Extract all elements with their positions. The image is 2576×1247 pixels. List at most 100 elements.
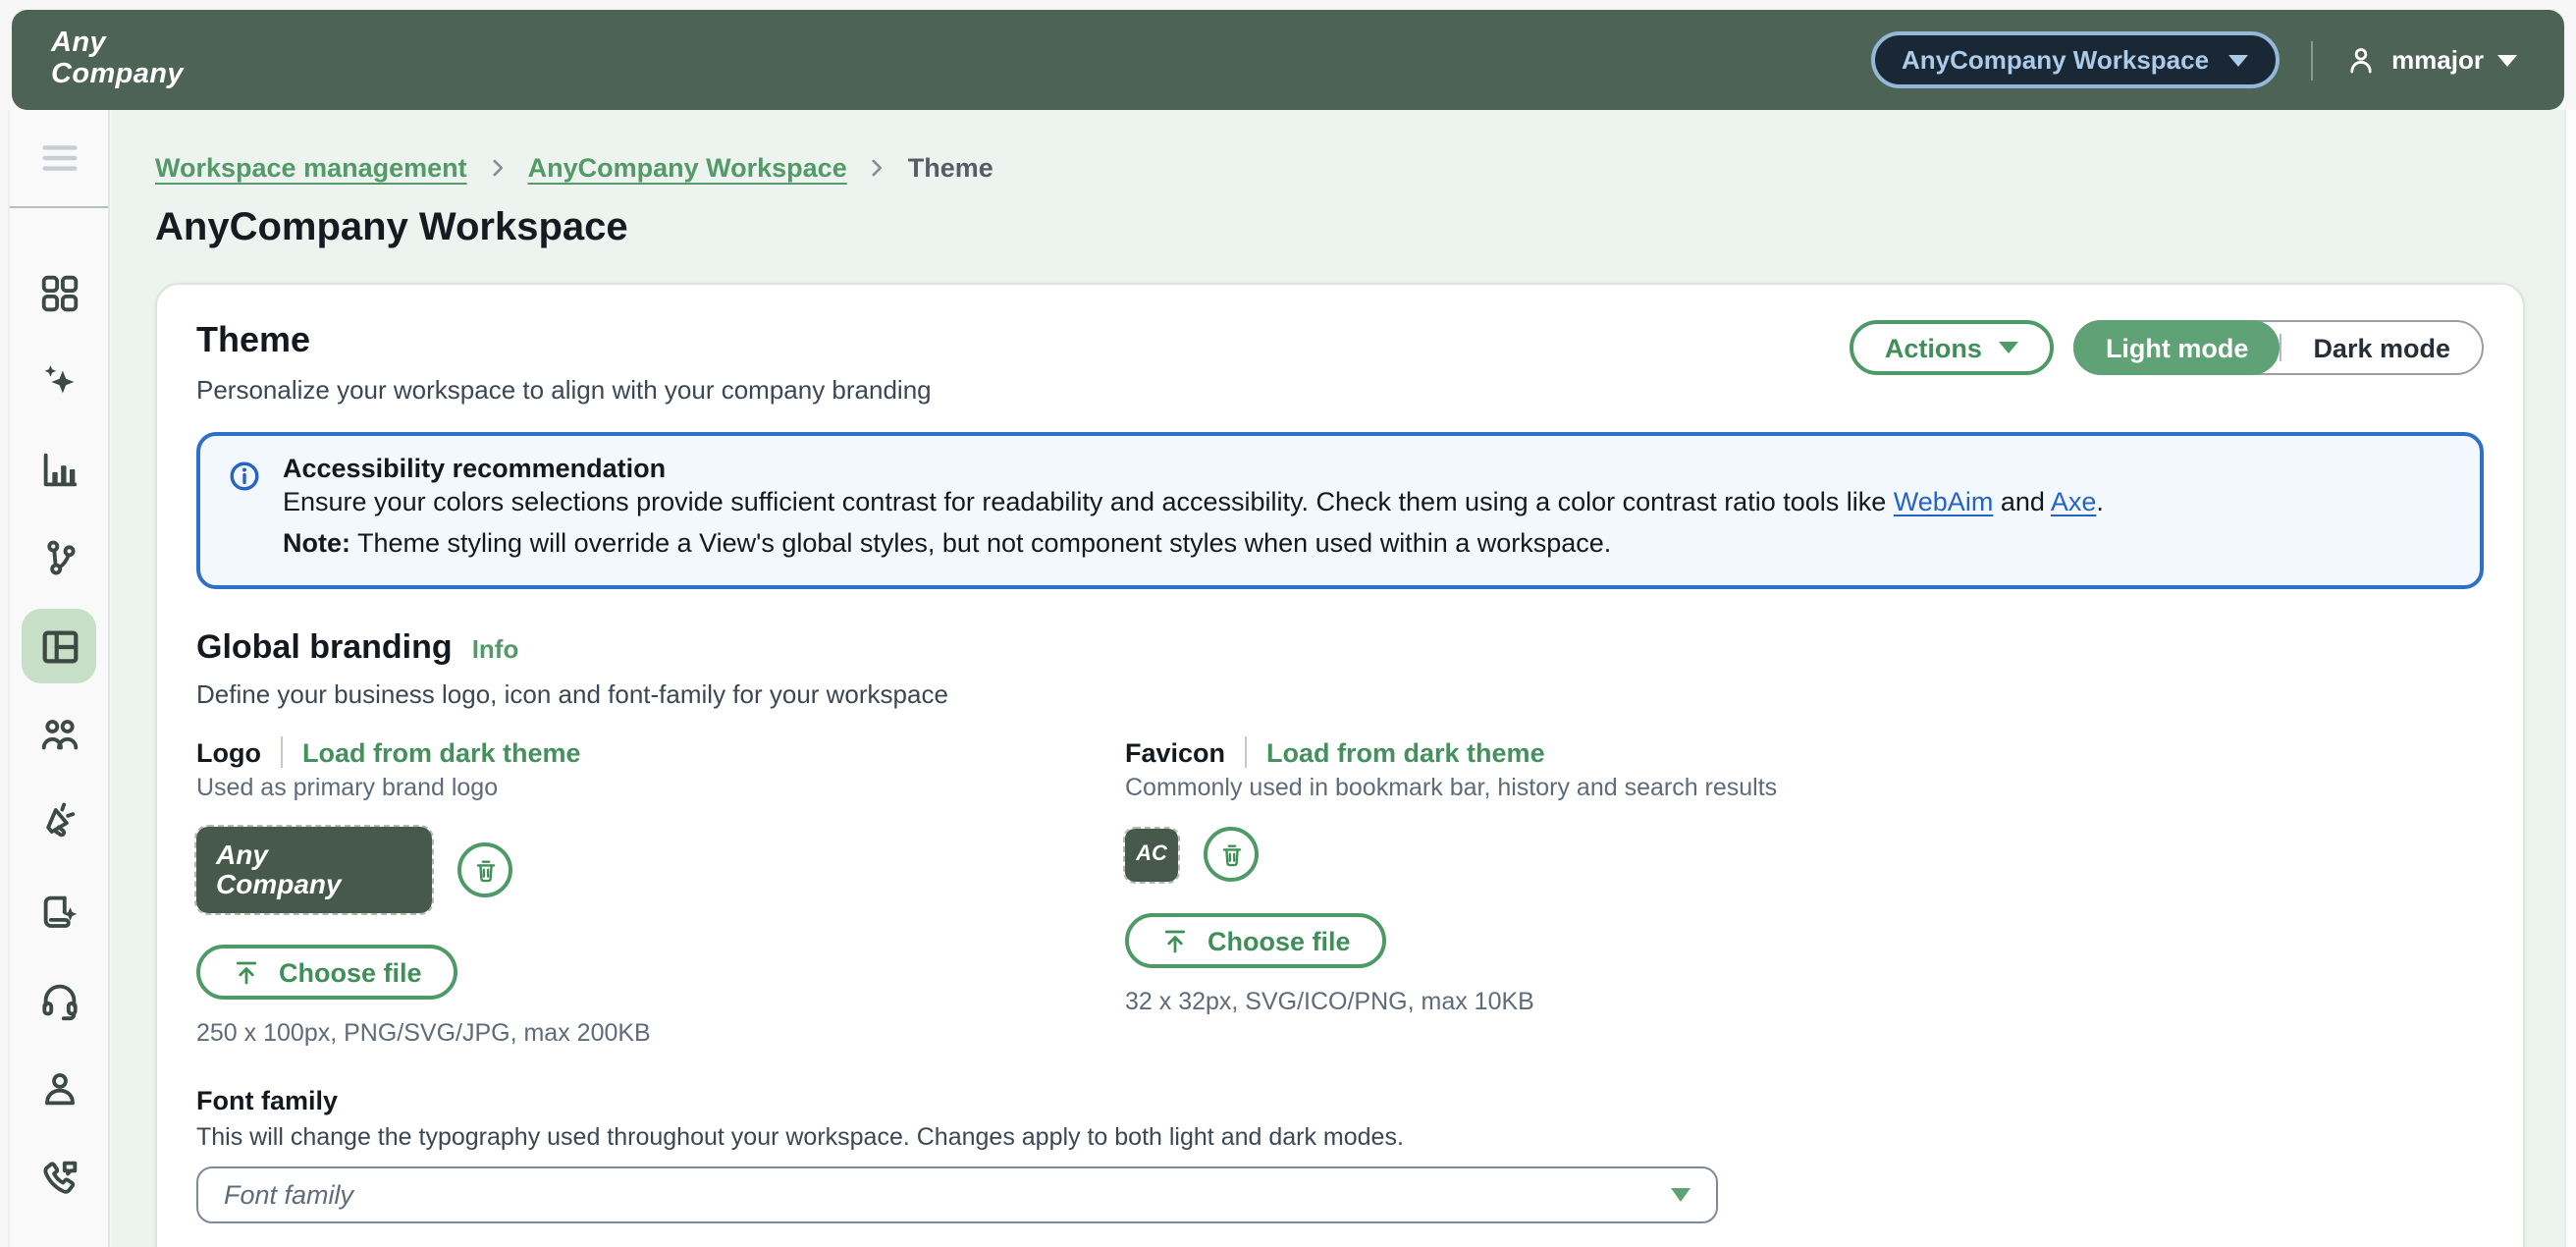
bar-chart-icon	[36, 447, 81, 492]
company-logo-line2: Company	[51, 60, 184, 89]
sidebar-nav	[10, 208, 108, 1214]
logo-choose-file-label: Choose file	[279, 957, 422, 987]
sidebar-item-workspace-layout[interactable]	[22, 609, 96, 683]
theme-card-heading-block: Theme Personalize your workspace to alig…	[196, 320, 932, 405]
user-name: mmajor	[2391, 45, 2484, 75]
book-sparkle-icon	[36, 889, 81, 934]
logo-preview-line2: Company	[216, 870, 432, 898]
favicon-file-hint: 32 x 32px, SVG/ICO/PNG, max 10KB	[1125, 988, 2484, 1015]
sidebar-item-calls[interactable]	[22, 1139, 96, 1214]
sidebar-item-analytics[interactable]	[22, 432, 96, 507]
favicon-description: Commonly used in bookmark bar, history a…	[1125, 774, 2484, 801]
favicon-column: Favicon Load from dark theme Commonly us…	[1125, 736, 2484, 1047]
alert-note-label: Note:	[283, 527, 350, 557]
favicon-delete-button[interactable]	[1204, 827, 1259, 882]
logo-file-hint: 250 x 100px, PNG/SVG/JPG, max 200KB	[196, 1019, 1125, 1047]
dark-mode-segment[interactable]: Dark mode	[2281, 320, 2482, 375]
sidebar-item-dashboard[interactable]	[22, 255, 96, 330]
workspace-switcher-label: AnyCompany Workspace	[1902, 45, 2209, 75]
sidebar-item-customer-profiles[interactable]	[22, 1051, 96, 1125]
axe-link[interactable]: Axe	[2051, 487, 2097, 516]
logo-preview-image: Any Company	[196, 827, 432, 913]
alert-note-text: Theme styling will override a View's glo…	[350, 527, 1611, 557]
sidebar-item-ai-assistant[interactable]	[22, 344, 96, 418]
theme-card: Theme Personalize your workspace to alig…	[155, 283, 2525, 1247]
workspace-switcher-button[interactable]: AnyCompany Workspace	[1870, 31, 2280, 88]
sidebar-item-flows[interactable]	[22, 520, 96, 595]
layout-icon	[36, 624, 81, 669]
info-icon	[228, 460, 261, 493]
breadcrumb-anycompany-workspace[interactable]: AnyCompany Workspace	[528, 153, 847, 183]
favicon-choose-file-label: Choose file	[1208, 926, 1351, 955]
favicon-choose-file-button[interactable]: Choose file	[1125, 913, 1386, 968]
light-mode-label: Light mode	[2106, 333, 2249, 362]
theme-title: Theme	[196, 320, 932, 361]
light-mode-segment[interactable]: Light mode	[2074, 320, 2281, 375]
header-divider	[2311, 40, 2313, 80]
actions-button[interactable]: Actions	[1850, 320, 2055, 375]
theme-header-actions: Actions Light mode Dark mode	[1850, 320, 2484, 375]
person-icon	[2344, 43, 2378, 77]
users-icon	[36, 712, 81, 757]
global-branding-subtitle: Define your business logo, icon and font…	[196, 679, 2484, 709]
breadcrumb-workspace-management[interactable]: Workspace management	[155, 153, 467, 183]
alert-text: Ensure your colors selections provide su…	[283, 487, 1894, 516]
label-divider	[281, 736, 283, 768]
font-family-description: This will change the typography used thr…	[196, 1123, 2484, 1151]
info-link[interactable]: Info	[472, 634, 519, 664]
webaim-link[interactable]: WebAim	[1894, 487, 1994, 516]
branding-columns: Logo Load from dark theme Used as primar…	[196, 736, 2484, 1047]
favicon-preview-row: AC	[1125, 827, 2484, 882]
chevron-down-icon	[2228, 54, 2248, 66]
sidebar-item-users[interactable]	[22, 697, 96, 772]
page-title: AnyCompany Workspace	[155, 206, 2525, 251]
company-logo-line1: Any	[51, 30, 184, 60]
scrollbar-track[interactable]	[2564, 110, 2576, 1247]
branch-icon	[36, 535, 81, 580]
favicon-load-from-dark-theme-link[interactable]: Load from dark theme	[1266, 737, 1545, 767]
dashboard-icon	[36, 270, 81, 315]
global-branding-title: Global branding	[196, 628, 453, 668]
logo-choose-file-button[interactable]: Choose file	[196, 945, 457, 1000]
upload-icon	[232, 957, 261, 987]
chevron-down-icon	[2000, 342, 2019, 353]
alert-line-1: Ensure your colors selections provide su…	[283, 483, 2104, 523]
logo-load-from-dark-theme-link[interactable]: Load from dark theme	[302, 737, 581, 767]
app-root: Any Company AnyCompany Workspace mmajor	[0, 0, 2576, 1247]
person-icon	[36, 1065, 81, 1111]
mode-toggle: Light mode Dark mode	[2074, 320, 2484, 375]
logo-column: Logo Load from dark theme Used as primar…	[196, 736, 1125, 1047]
favicon-preview-image: AC	[1125, 828, 1178, 881]
logo-description: Used as primary brand logo	[196, 774, 1125, 801]
chevron-right-icon	[485, 155, 510, 181]
main-content: Workspace management AnyCompany Workspac…	[112, 110, 2564, 1247]
sidebar	[8, 110, 110, 1247]
breadcrumb-current-theme: Theme	[908, 153, 993, 183]
global-branding-header: Global branding Info	[196, 628, 2484, 668]
chevron-down-icon	[2497, 54, 2517, 66]
sidebar-menu-toggle[interactable]	[10, 110, 108, 208]
font-family-placeholder: Font family	[224, 1180, 353, 1210]
headset-icon	[36, 977, 81, 1022]
breadcrumb: Workspace management AnyCompany Workspac…	[155, 153, 2525, 183]
trash-icon	[470, 855, 500, 885]
accessibility-alert: Accessibility recommendation Ensure your…	[196, 432, 2484, 589]
megaphone-icon	[36, 800, 81, 845]
user-menu-button[interactable]: mmajor	[2344, 43, 2517, 77]
top-header-bar: Any Company AnyCompany Workspace mmajor	[12, 10, 2564, 110]
actions-button-label: Actions	[1885, 333, 1982, 362]
alert-text: .	[2096, 487, 2104, 516]
logo-preview-line1: Any	[216, 841, 432, 870]
favicon-label-row: Favicon Load from dark theme	[1125, 736, 2484, 768]
logo-delete-button[interactable]	[457, 842, 512, 897]
font-family-select[interactable]: Font family	[196, 1166, 1718, 1223]
alert-title: Accessibility recommendation	[283, 454, 2104, 483]
menu-icon	[36, 136, 81, 181]
header-right-cluster: AnyCompany Workspace mmajor	[1870, 31, 2517, 88]
favicon-preview-text: AC	[1136, 842, 1167, 866]
upload-icon	[1160, 926, 1190, 955]
sidebar-item-contact-control-panel[interactable]	[22, 962, 96, 1037]
sidebar-item-knowledge-base[interactable]	[22, 874, 96, 949]
sidebar-item-campaigns[interactable]	[22, 786, 96, 860]
theme-subtitle: Personalize your workspace to align with…	[196, 375, 932, 405]
